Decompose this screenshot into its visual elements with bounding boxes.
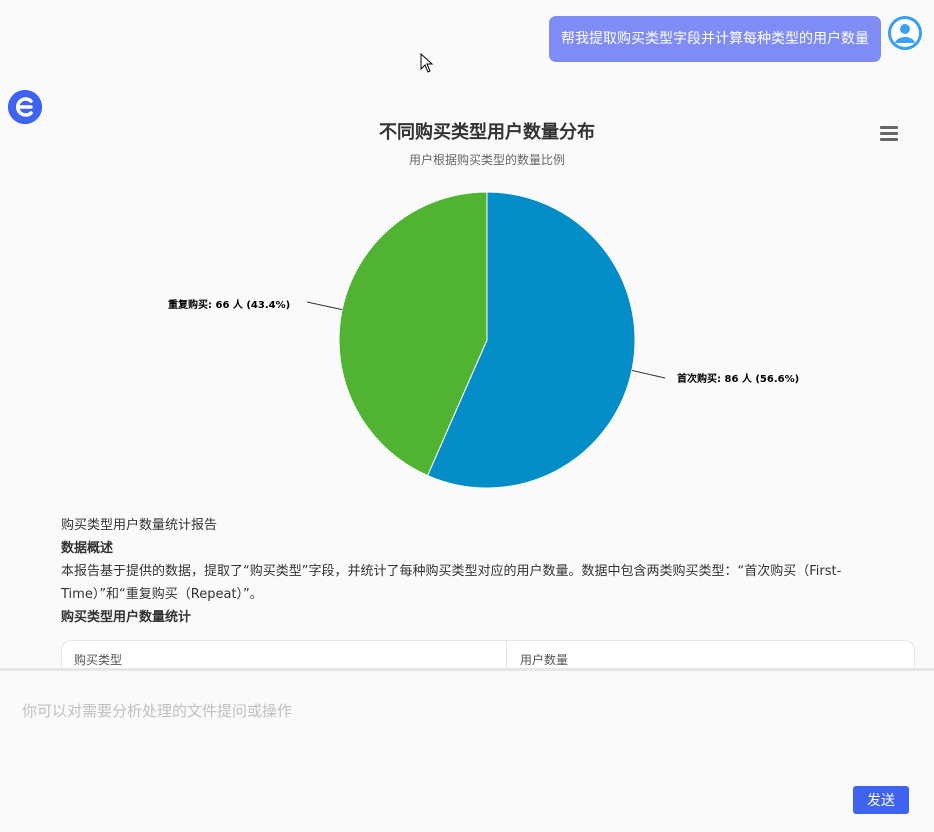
- section-title-stats: 购买类型用户数量统计: [61, 610, 192, 625]
- pie-chart: [306, 191, 666, 489]
- pie-connector-line: [306, 301, 343, 311]
- overview-paragraph: 本报告基于提供的数据，提取了“购买类型”字段，并统计了每种购买类型对应的用户数量…: [61, 564, 842, 602]
- input-panel: 发送: [0, 668, 934, 832]
- report-section: 购买类型用户数量统计报告 数据概述 本报告基于提供的数据，提取了“购买类型”字段…: [61, 514, 891, 629]
- pie-connector-line: [631, 369, 666, 379]
- chat-page: 帮我提取购买类型字段并计算每种类型的用户数量 不同购买类型用户数量分布 用户根据…: [0, 0, 934, 832]
- prompt-input[interactable]: [20, 695, 904, 727]
- table-header-type: 购买类型: [74, 653, 123, 667]
- pie-label-repeat: 重复购买: 66 人 (43.4%): [168, 300, 291, 311]
- table-header-count: 用户数量: [520, 653, 569, 667]
- table-divider: [506, 641, 507, 669]
- send-button[interactable]: 发送: [853, 786, 909, 814]
- section-title-overview: 数据概述: [61, 541, 114, 556]
- report-heading: 购买类型用户数量统计报告: [61, 518, 218, 533]
- pie-label-first-time: 首次购买: 86 人 (56.6%): [677, 374, 800, 385]
- stats-table: 购买类型 用户数量: [61, 640, 915, 669]
